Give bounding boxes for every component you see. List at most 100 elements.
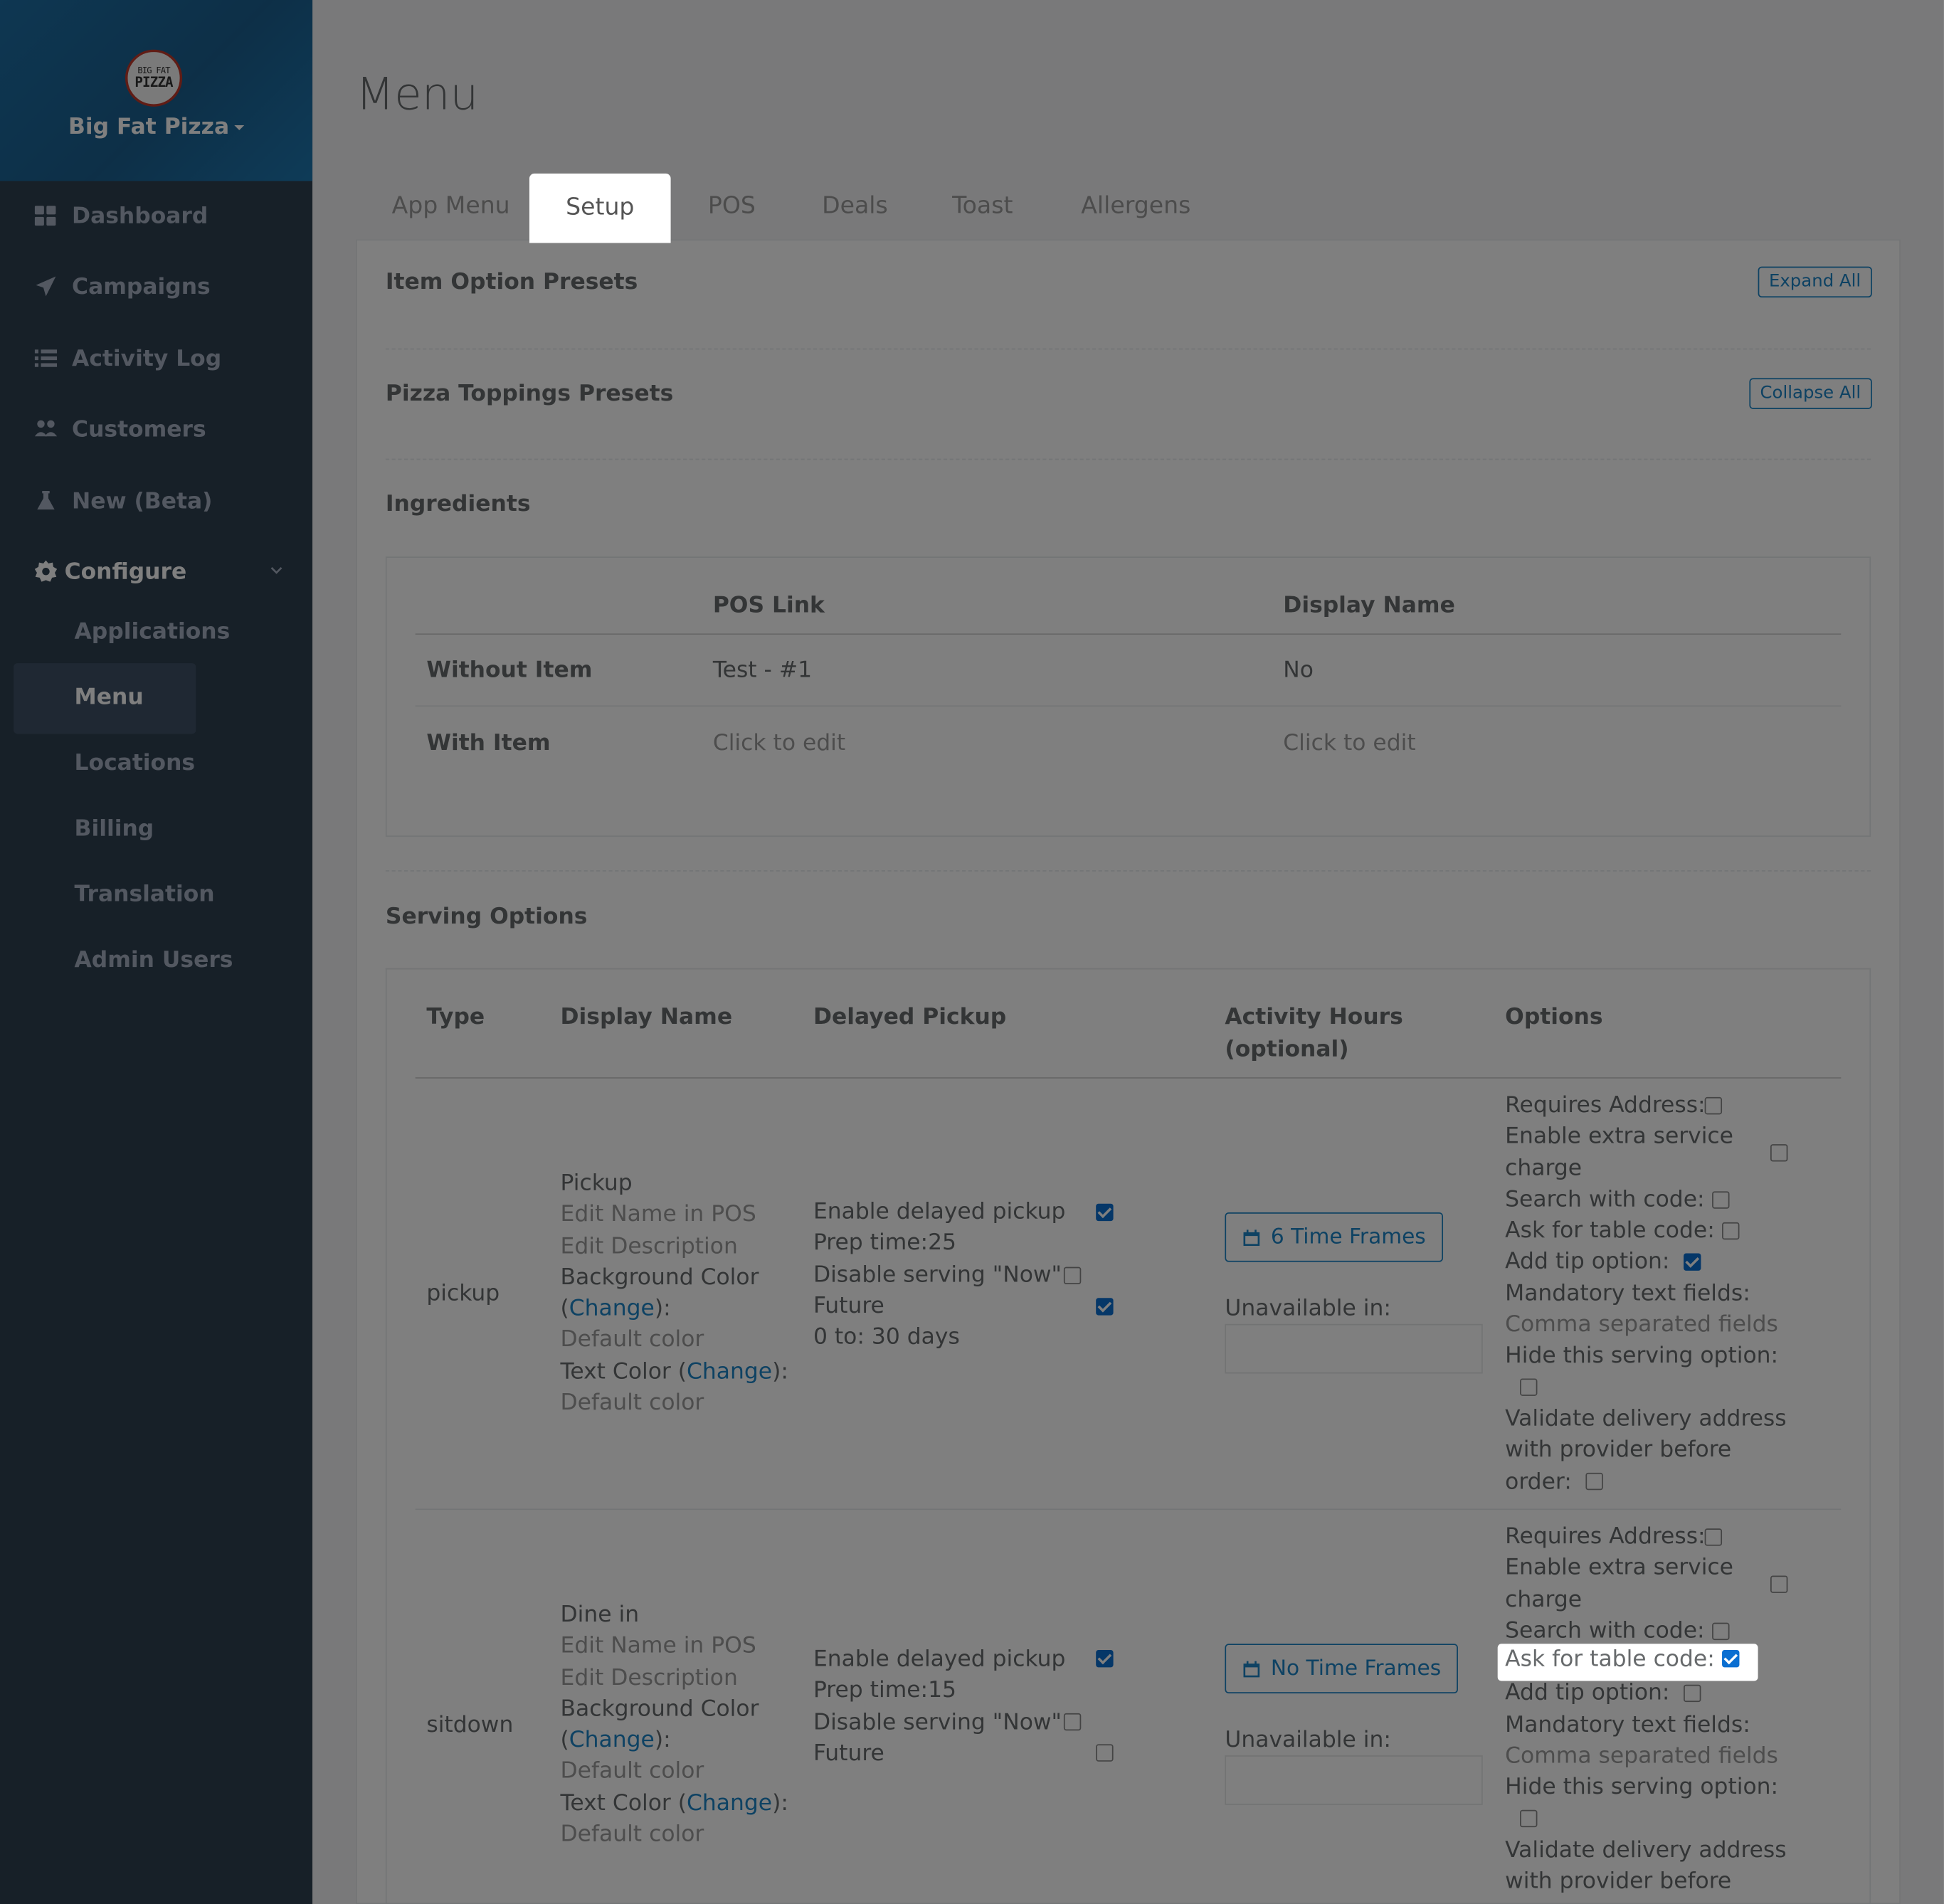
- text-color-change-link[interactable]: Change: [687, 1790, 772, 1816]
- nav-activity-log[interactable]: Activity Log: [0, 334, 312, 384]
- sub-item-locations[interactable]: Locations: [75, 750, 196, 776]
- nav-new-beta[interactable]: New (Beta): [0, 476, 312, 526]
- hide-option-checkbox[interactable]: [1520, 1809, 1538, 1828]
- brand-logo: BIG FAT PIZZA: [125, 49, 183, 107]
- brand-dropdown[interactable]: Big Fat Pizza: [0, 114, 312, 140]
- serving-type-sitdown: sitdown: [426, 1712, 514, 1738]
- brand-name: Big Fat Pizza: [68, 114, 230, 140]
- row-label-with-item: With Item: [426, 730, 551, 756]
- display-name-value[interactable]: No: [1283, 657, 1314, 683]
- unavailable-in-input[interactable]: [1225, 1323, 1483, 1374]
- edit-description-link[interactable]: Edit Description: [561, 1230, 788, 1262]
- enable-delayed-label: Enable delayed pickup: [813, 1198, 1066, 1225]
- text-color-change-link[interactable]: Change: [687, 1358, 772, 1385]
- tab-allergens[interactable]: Allergens: [1081, 192, 1190, 219]
- prep-time-value[interactable]: Prep time:15: [813, 1675, 1066, 1706]
- edit-name-in-pos-link[interactable]: Edit Name in POS: [561, 1199, 788, 1230]
- validate-label: Validate delivery address: [1505, 1837, 1787, 1863]
- delayed-pickup-cell: Enable delayed pickup Prep time:15 Disab…: [813, 1644, 1066, 1769]
- time-frames-button[interactable]: No Time Frames: [1225, 1644, 1459, 1693]
- sub-item-applications[interactable]: Applications: [75, 618, 231, 645]
- nav-configure[interactable]: Configure: [0, 546, 312, 596]
- tab-setup[interactable]: Setup: [529, 173, 671, 243]
- disable-now-checkbox[interactable]: [1063, 1713, 1082, 1731]
- extra-charge-checkbox[interactable]: [1770, 1144, 1788, 1162]
- tab-pos[interactable]: POS: [708, 192, 756, 219]
- section-title-pizza-toppings: Pizza Toppings Presets: [385, 380, 674, 407]
- extra-charge-label: Enable extra service: [1505, 1123, 1733, 1150]
- column-header-pos-link: POS Link: [712, 592, 825, 619]
- section-title-ingredients: Ingredients: [385, 490, 531, 517]
- mandatory-fields-label: Mandatory text fields:: [1505, 1280, 1750, 1307]
- row-divider: [415, 1508, 1842, 1511]
- future-checkbox[interactable]: [1096, 1744, 1114, 1762]
- row-divider: [415, 705, 1842, 707]
- pos-link-edit[interactable]: Click to edit: [713, 730, 845, 756]
- enable-delayed-checkbox[interactable]: [1096, 1650, 1114, 1668]
- add-tip-checkbox[interactable]: [1684, 1253, 1701, 1271]
- page-title: Menu: [356, 69, 479, 121]
- text-color-label: Text Color (: [560, 1789, 687, 1816]
- add-tip-checkbox[interactable]: [1684, 1684, 1701, 1703]
- sub-item-menu[interactable]: Menu: [14, 663, 196, 734]
- prep-time-value[interactable]: Prep time:25: [813, 1227, 1066, 1259]
- edit-description-link[interactable]: Edit Description: [561, 1662, 788, 1693]
- serving-display-name[interactable]: Dine in: [561, 1599, 788, 1631]
- requires-address-checkbox[interactable]: [1704, 1528, 1723, 1546]
- nav-label: Customers: [72, 416, 206, 443]
- requires-address-checkbox[interactable]: [1704, 1096, 1723, 1115]
- bg-color-label: Background Color: [560, 1264, 759, 1291]
- enable-delayed-checkbox[interactable]: [1096, 1203, 1114, 1222]
- edit-name-in-pos-link[interactable]: Edit Name in POS: [561, 1631, 788, 1662]
- gear-icon: [34, 560, 58, 582]
- bg-color-change-link[interactable]: Change: [569, 1727, 655, 1753]
- hide-option-checkbox[interactable]: [1520, 1378, 1538, 1396]
- display-name-edit[interactable]: Click to edit: [1283, 730, 1415, 756]
- nav-dashboard[interactable]: Dashboard: [0, 191, 312, 240]
- sub-item-translation[interactable]: Translation: [75, 882, 215, 908]
- extra-charge-checkbox[interactable]: [1770, 1575, 1788, 1593]
- bg-color-change-row: (Change):: [561, 1725, 788, 1756]
- future-range-value[interactable]: 0 to: 30 days: [813, 1322, 1066, 1353]
- divider: [385, 458, 1871, 460]
- tab-app-menu[interactable]: App Menu: [392, 192, 510, 219]
- tab-deals[interactable]: Deals: [822, 192, 888, 219]
- flask-icon: [37, 490, 55, 510]
- paren: ):: [654, 1727, 671, 1753]
- ingredients-table: POS Link Display Name Without Item Test …: [385, 556, 1871, 837]
- search-with-code-checkbox[interactable]: [1712, 1191, 1730, 1209]
- validate-checkbox[interactable]: [1585, 1472, 1603, 1491]
- tab-toast[interactable]: Toast: [952, 192, 1013, 219]
- time-frames-button[interactable]: 6 Time Frames: [1225, 1212, 1444, 1262]
- sub-item-admin-users[interactable]: Admin Users: [75, 947, 233, 973]
- mandatory-fields-input[interactable]: Comma separated fields: [1505, 1309, 1786, 1340]
- pos-link-value[interactable]: Test - #1: [713, 657, 812, 683]
- ask-table-code-highlight[interactable]: Ask for table code:: [1497, 1644, 1758, 1681]
- bg-color-label: Background Color: [560, 1696, 759, 1722]
- mandatory-fields-input[interactable]: Comma separated fields: [1505, 1740, 1786, 1772]
- ask-table-code-label: Ask for table code:: [1505, 1217, 1715, 1244]
- nav-customers[interactable]: Customers: [0, 404, 312, 454]
- disable-now-checkbox[interactable]: [1063, 1266, 1082, 1285]
- search-with-code-label: Search with code:: [1505, 1186, 1705, 1212]
- sub-item-billing[interactable]: Billing: [75, 815, 154, 842]
- paren: ):: [654, 1296, 671, 1322]
- future-checkbox[interactable]: [1096, 1298, 1114, 1316]
- nav-campaigns[interactable]: Campaigns: [0, 262, 312, 312]
- text-color-value: Default color: [560, 1390, 704, 1416]
- text-color-label: Text Color (: [560, 1358, 687, 1385]
- profile-header: BIG FAT PIZZA Big Fat Pizza: [0, 0, 313, 181]
- bg-color-change-link[interactable]: Change: [569, 1296, 655, 1322]
- search-with-code-checkbox[interactable]: [1712, 1622, 1730, 1641]
- serving-display-name[interactable]: Pickup: [561, 1168, 788, 1199]
- collapse-all-button[interactable]: Collapse All: [1748, 378, 1872, 409]
- ask-table-code-checkbox[interactable]: [1722, 1650, 1740, 1668]
- text-color-row: Text Color (Change):: [561, 1787, 788, 1819]
- unavailable-in-label: Unavailable in:: [1225, 1727, 1391, 1753]
- unavailable-in-input[interactable]: [1225, 1755, 1483, 1805]
- ask-table-code-checkbox[interactable]: [1722, 1222, 1740, 1240]
- validate-label-2: with provider before: [1505, 1868, 1732, 1895]
- nav-label: New (Beta): [72, 487, 213, 514]
- expand-all-button[interactable]: Expand All: [1758, 266, 1872, 298]
